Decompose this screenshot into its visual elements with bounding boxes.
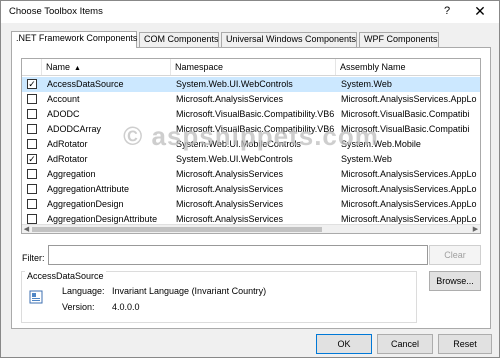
row-checkbox[interactable] [27,108,37,119]
cell-name: AccessDataSource [47,79,124,89]
table-row[interactable]: ADODC Microsoft.VisualBasic.Compatibility… [22,107,480,122]
row-checkbox-cell[interactable] [22,122,42,137]
header-assembly-name[interactable]: Assembly Name [336,59,480,75]
header-name[interactable]: Name ▲ [42,59,171,75]
clear-button[interactable]: Clear [429,245,481,265]
header-name-label: Name [46,62,71,72]
table-row[interactable]: AdRotator System.Web.UI.MobileControls Sys… [22,137,480,152]
cell-namespace: Microsoft.VisualBasic.Compatibility.VB6 [176,109,335,119]
row-checkbox[interactable] [27,93,37,104]
help-icon[interactable]: ? [439,3,455,19]
filter-input[interactable] [48,245,428,265]
scroll-left-icon[interactable]: ◀ [22,225,31,233]
header-check-column[interactable] [22,59,42,75]
tab-wpf-components[interactable]: WPF Components [359,32,439,47]
row-checkbox[interactable]: ✓ [27,78,37,89]
cell-namespace: System.Web.UI.MobileControls [176,139,301,149]
row-checkbox[interactable] [27,183,37,194]
row-checkbox-cell[interactable] [22,167,42,182]
cell-assembly: System.Web [341,79,392,89]
row-checkbox[interactable] [27,213,37,224]
table-row[interactable]: ADODCArray Microsoft.VisualBasic.Compatib… [22,122,480,137]
tab-com-components[interactable]: COM Components [139,32,219,47]
language-label: Language: [62,286,105,296]
row-checkbox-cell[interactable] [22,182,42,197]
cell-assembly: Microsoft.AnalysisServices.AppLo [341,199,477,209]
cell-namespace: Microsoft.VisualBasic.Compatibility.VB6 [176,124,335,134]
cell-name: AggregationDesign [47,199,124,209]
cell-namespace: Microsoft.AnalysisServices [176,169,284,179]
row-checkbox[interactable] [27,168,37,179]
cell-name: Account [47,94,80,104]
ok-button[interactable]: OK [316,334,372,354]
cell-assembly: Microsoft.VisualBasic.Compatibi [341,124,470,134]
browse-button[interactable]: Browse... [429,271,481,291]
grid-header: Name ▲ Namespace Assembly Name [22,59,480,76]
reset-button[interactable]: Reset [438,334,492,354]
tab-universal-windows-components[interactable]: Universal Windows Components [221,32,357,47]
row-checkbox-cell[interactable] [22,92,42,107]
version-label: Version: [62,302,95,312]
cell-name: ADODCArray [47,124,102,134]
row-checkbox-cell[interactable] [22,137,42,152]
components-grid: Name ▲ Namespace Assembly Name ✓ AccessDat… [21,58,481,234]
tab-panel: Name ▲ Namespace Assembly Name ✓ AccessDat… [11,47,491,329]
scroll-right-icon[interactable]: ▶ [471,225,480,233]
row-checkbox[interactable] [27,123,37,134]
row-checkbox-cell[interactable]: ✓ [22,77,42,92]
cell-name: ADODC [47,109,80,119]
cell-assembly: Microsoft.VisualBasic.Compatibi [341,109,470,119]
cell-namespace: Microsoft.AnalysisServices [176,184,284,194]
row-checkbox[interactable] [27,198,37,209]
cell-namespace: System.Web.UI.WebControls [176,79,293,89]
title-bar: Choose Toolbox Items ? ✕ [1,1,499,23]
cell-assembly: System.Web [341,154,392,164]
row-checkbox-cell[interactable] [22,197,42,212]
row-checkbox-cell[interactable] [22,107,42,122]
selected-item-details: AccessDataSource Language: Invariant Lan… [21,271,417,323]
cell-name: AdRotator [47,139,88,149]
window-title: Choose Toolbox Items [9,6,103,17]
cell-assembly: System.Web.Mobile [341,139,421,149]
sort-ascending-icon: ▲ [74,65,81,72]
grid-rows: ✓ AccessDataSource System.Web.UI.WebContro… [22,77,480,227]
cell-assembly: Microsoft.AnalysisServices.AppLo [341,94,477,104]
cancel-button[interactable]: Cancel [377,334,433,354]
header-namespace[interactable]: Namespace [171,59,336,75]
details-title: AccessDataSource [25,271,106,281]
scrollbar-thumb[interactable] [32,227,322,232]
table-row[interactable]: ✓ AdRotator System.Web.UI.WebControls Syste… [22,152,480,167]
close-icon[interactable]: ✕ [467,2,493,20]
table-row[interactable]: Account Microsoft.AnalysisServices Microso… [22,92,480,107]
cell-assembly: Microsoft.AnalysisServices.AppLo [341,169,477,179]
row-checkbox[interactable]: ✓ [27,153,37,164]
choose-toolbox-items-dialog: Choose Toolbox Items ? ✕ .NET Framework … [0,0,500,358]
cell-namespace: Microsoft.AnalysisServices [176,94,284,104]
row-checkbox-cell[interactable]: ✓ [22,152,42,167]
version-value: 4.0.0.0 [112,302,140,312]
cell-name: AggregationAttribute [47,184,130,194]
cell-namespace: Microsoft.AnalysisServices [176,199,284,209]
tab-net-framework-components[interactable]: .NET Framework Components [11,31,137,48]
component-icon [29,290,43,304]
language-value: Invariant Language (Invariant Country) [112,286,267,296]
table-row[interactable]: AggregationAttribute Microsoft.AnalysisSe… [22,182,480,197]
filter-label: Filter: [22,253,45,263]
cell-assembly: Microsoft.AnalysisServices.AppLo [341,184,477,194]
horizontal-scrollbar[interactable]: ◀ ▶ [22,224,480,233]
cell-name: AdRotator [47,154,88,164]
row-checkbox[interactable] [27,138,37,149]
table-row[interactable]: Aggregation Microsoft.AnalysisServices Mic… [22,167,480,182]
cell-namespace: System.Web.UI.WebControls [176,154,293,164]
table-row[interactable]: ✓ AccessDataSource System.Web.UI.WebContro… [22,77,480,92]
cell-name: Aggregation [47,169,96,179]
table-row[interactable]: AggregationDesign Microsoft.AnalysisServi… [22,197,480,212]
